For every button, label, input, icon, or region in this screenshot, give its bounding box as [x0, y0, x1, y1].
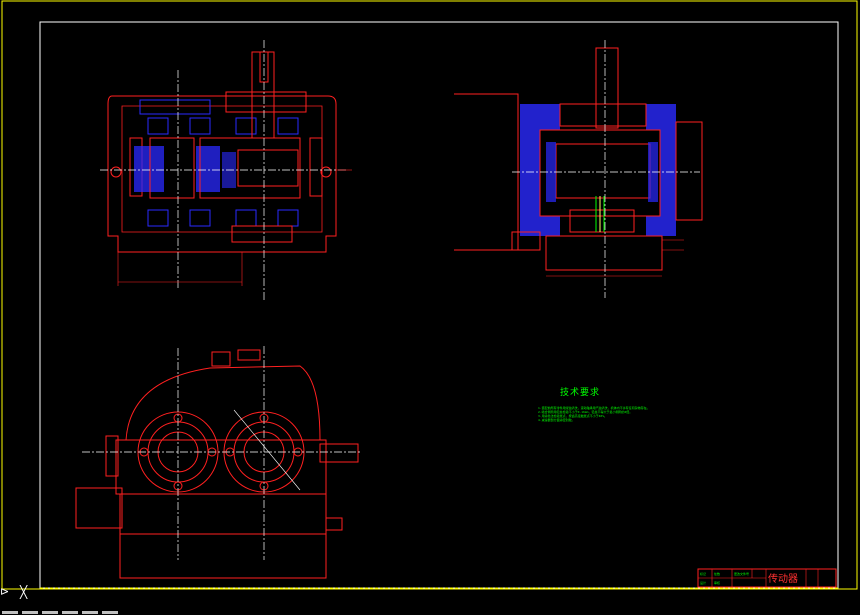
title-block-cell: 设计 — [700, 581, 707, 585]
ucs-axis-icon: ╳ — [20, 585, 28, 599]
cad-drawing-canvas[interactable] — [0, 0, 860, 615]
status-strip — [0, 608, 860, 615]
front-section-view — [100, 40, 352, 300]
side-section-view — [454, 40, 703, 298]
outer-sheet-border — [1, 0, 858, 590]
inner-frame — [39, 21, 839, 589]
arrow-icon[interactable]: ⊳ — [0, 586, 12, 598]
title-block-cell: 处数 — [714, 572, 721, 576]
tech-note-line: 4.减速器剖分面涂密封胶。 — [538, 418, 575, 422]
tech-notes: 1.装配前所有零件用煤油清洗，滚动轴承用汽油清洗，机体内不许有任何杂物存在。 2… — [538, 406, 708, 422]
title-block-cell: 更改文件号 — [734, 572, 750, 576]
title-block-cell: 标记 — [700, 572, 707, 576]
title-block-cell: 审核 — [714, 581, 721, 585]
title-block-name: 传动器 — [768, 574, 798, 585]
tech-notes-title: 技术要求 — [560, 388, 601, 398]
plan-view — [75, 346, 360, 579]
